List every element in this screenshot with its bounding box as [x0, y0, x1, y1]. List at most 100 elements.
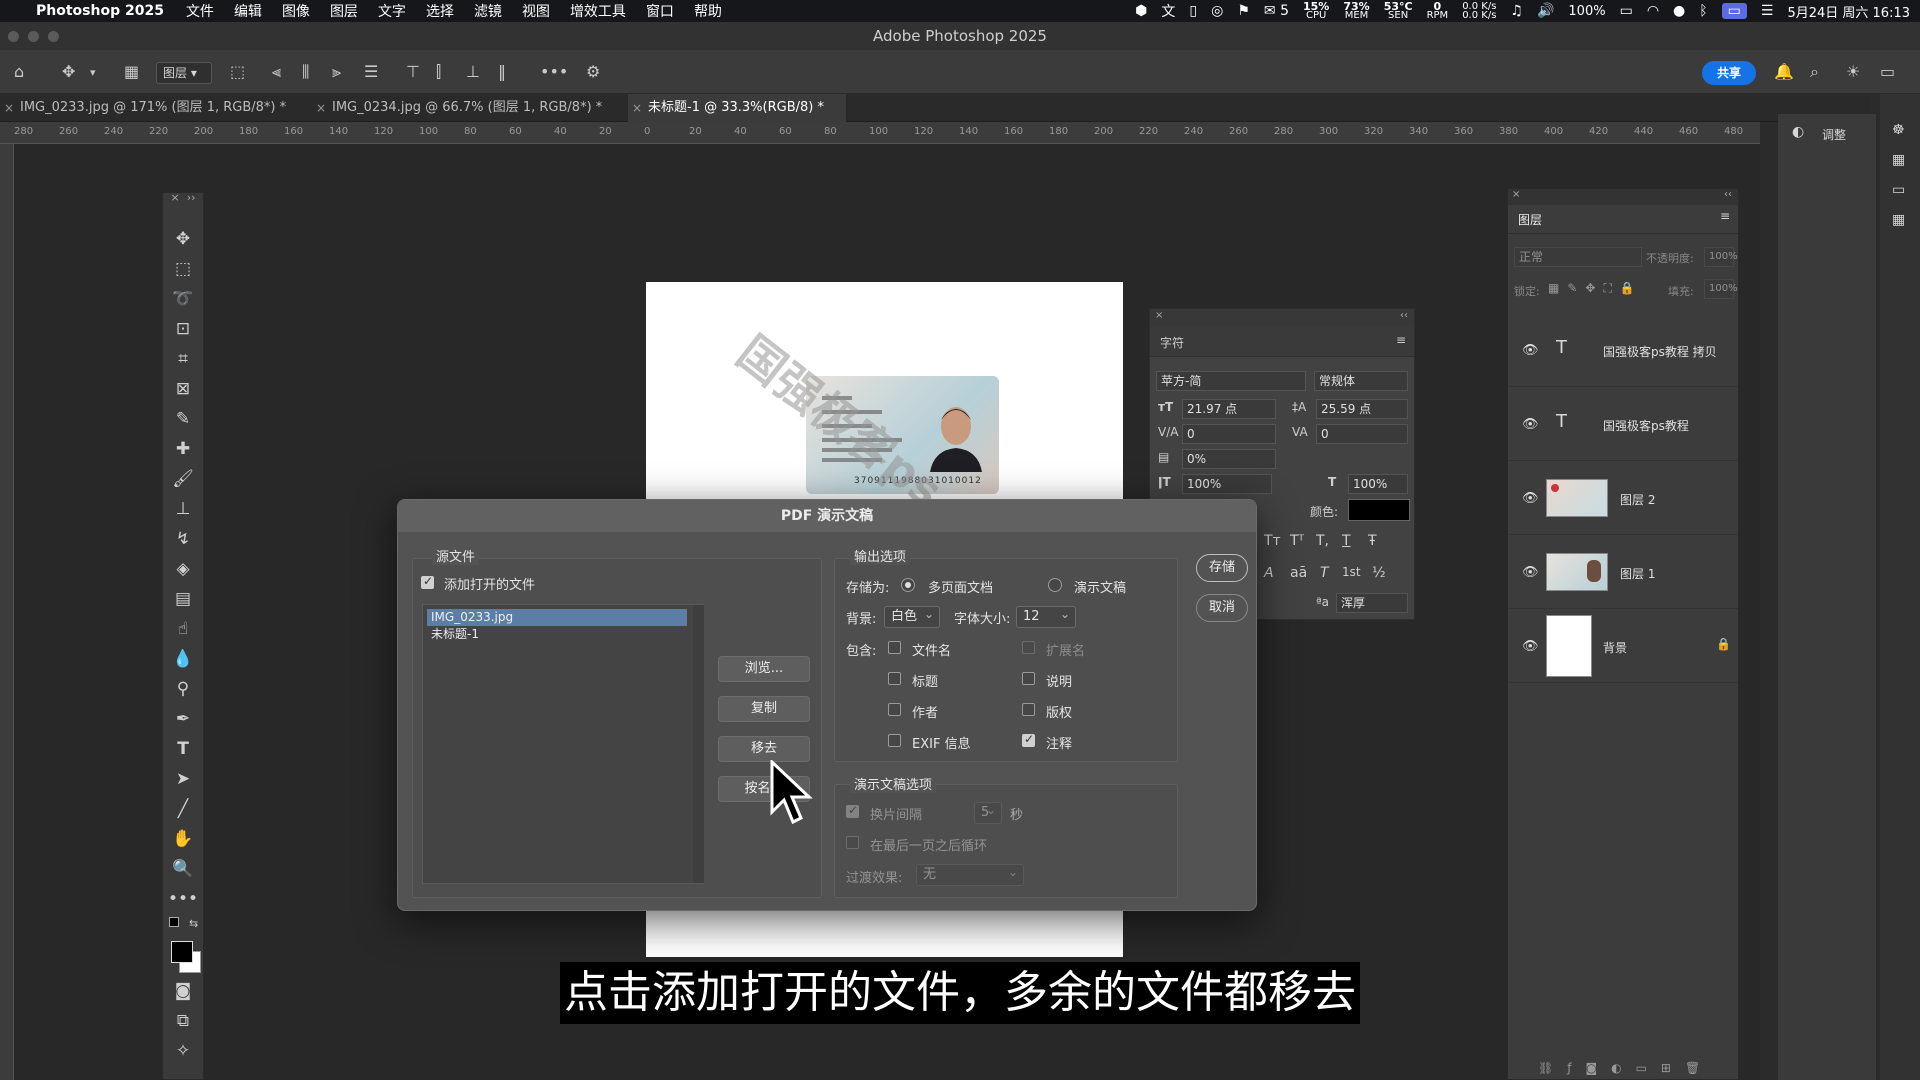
more-tools-icon[interactable]: •••: [163, 889, 203, 909]
auto-select-dropdown[interactable]: 图层 ▾: [156, 62, 212, 84]
gear-icon[interactable]: ⚙: [586, 62, 600, 81]
title-label[interactable]: 标题: [912, 671, 938, 690]
align-bottom-icon[interactable]: ⊥: [466, 62, 480, 81]
cpu-stat[interactable]: 15% CPU: [1303, 1, 1329, 21]
stamp-tool-icon[interactable]: ⊥: [163, 499, 203, 519]
add-open-files-checkbox[interactable]: [421, 574, 434, 589]
font-style-select[interactable]: 常规体: [1314, 371, 1408, 391]
presentation-radio[interactable]: [1048, 578, 1062, 592]
align-right-icon[interactable]: ⫸: [332, 62, 341, 82]
eraser-tool-icon[interactable]: ◈: [163, 559, 203, 579]
mem-stat[interactable]: 73% MEM: [1343, 1, 1369, 21]
leading-field[interactable]: 25.59 点: [1316, 399, 1408, 419]
search-icon[interactable]: ⌕: [1810, 62, 1819, 82]
title-checkbox[interactable]: [888, 672, 901, 685]
menu-view[interactable]: 视图: [522, 1, 550, 21]
underline-icon[interactable]: T: [1342, 533, 1351, 549]
move-tool-icon[interactable]: ✥: [62, 62, 75, 81]
panel-menu-icon[interactable]: ≡: [1720, 209, 1730, 223]
menu-plugins[interactable]: 增效工具: [570, 1, 626, 21]
cube-icon[interactable]: ⬢: [1135, 3, 1147, 19]
copyright-label[interactable]: 版权: [1046, 702, 1072, 721]
fi-ligature-icon[interactable]: 𝘈: [1264, 565, 1274, 581]
brush-tool-icon[interactable]: 🖌: [163, 469, 203, 489]
swap-colors-icon[interactable]: ⇆: [189, 917, 198, 930]
workspace-icon[interactable]: ▭: [1880, 62, 1895, 81]
dodge-tool-icon[interactable]: ⚲: [163, 679, 203, 699]
font-size-field[interactable]: 21.97 点: [1182, 399, 1276, 419]
home-icon[interactable]: ⌂: [14, 62, 24, 81]
app-menu[interactable]: Photoshop 2025: [36, 3, 164, 19]
distribute-icon[interactable]: ☰: [364, 62, 378, 81]
horizontal-ruler[interactable]: 280 260 240 220 200 180 160 140 120 100 80 60 40 20 0 2…: [0, 122, 1760, 144]
menu-window[interactable]: 窗口: [646, 1, 674, 21]
layers-panel-title[interactable]: 图层: [1518, 211, 1542, 228]
tab-img-0234[interactable]: × IMG_0234.jpg @ 66.7% (图层 1, RGB/8*) *: [312, 94, 624, 122]
frame-tool-icon[interactable]: ⊠: [163, 379, 203, 399]
extension-checkbox[interactable]: [1022, 641, 1035, 654]
align-left-icon[interactable]: ⫷: [272, 62, 281, 82]
text-color-swatch[interactable]: [1348, 499, 1410, 521]
tab-img-0233[interactable]: × IMG_0233.jpg @ 171% (图层 1, RGB/8*) *: [0, 94, 312, 122]
advance-checkbox[interactable]: [846, 803, 859, 818]
exif-label[interactable]: EXIF 信息: [912, 733, 971, 752]
fractions-icon[interactable]: ½: [1372, 565, 1386, 581]
pen-tool-icon[interactable]: ✒: [163, 709, 203, 729]
chevron-down-icon[interactable]: ▾: [90, 66, 96, 79]
bookmark-icon[interactable]: ⚑: [1237, 3, 1250, 19]
discretionary-ligature-icon[interactable]: aā: [1290, 565, 1307, 581]
music-icon[interactable]: ♫: [1510, 3, 1523, 19]
adjust-icon[interactable]: ◐: [1792, 124, 1804, 140]
fill-field[interactable]: 100%: [1704, 279, 1738, 299]
anti-alias-select[interactable]: 浑厚: [1336, 593, 1408, 613]
crop-tool-icon[interactable]: ⌗: [163, 349, 203, 369]
tracking-field[interactable]: 0: [1316, 424, 1408, 444]
menu-help[interactable]: 帮助: [694, 1, 722, 21]
collapse-tools-icon[interactable]: × ››: [163, 191, 203, 204]
ordinals-icon[interactable]: 1st: [1342, 565, 1361, 579]
align-hcenter-icon[interactable]: ⫼: [302, 62, 309, 82]
horizontal-scale-field[interactable]: 100%: [1348, 474, 1408, 494]
duplicate-button[interactable]: 复制: [718, 696, 810, 722]
volume-icon[interactable]: 🔊: [1537, 3, 1554, 19]
font-size-select[interactable]: 12: [1016, 604, 1076, 628]
screen-mirror-icon[interactable]: ▭: [1721, 3, 1747, 19]
layers-footer-icons[interactable]: ⛓ƒ◙◐▭⊞🗑: [1508, 1057, 1738, 1079]
filename-checkbox[interactable]: [888, 641, 901, 654]
author-checkbox[interactable]: [888, 703, 901, 716]
lock-options-icon[interactable]: ▦✎✥⛶🔒: [1548, 281, 1643, 296]
menu-file[interactable]: 文件: [186, 1, 214, 21]
discover-icon[interactable]: ☀: [1846, 62, 1860, 81]
screen-mode-icon[interactable]: ⧉: [163, 1011, 203, 1031]
zoom-tool-icon[interactable]: 🔍: [163, 859, 203, 879]
battery-icon[interactable]: ▭: [1620, 3, 1633, 19]
multipage-radio[interactable]: [901, 578, 915, 592]
eye-icon[interactable]: 👁: [1522, 639, 1539, 654]
character-panel-title[interactable]: 字符: [1160, 334, 1184, 351]
input-method-icon[interactable]: 文: [1161, 1, 1175, 21]
minimize-window-button[interactable]: [28, 31, 39, 42]
quick-mask-icon[interactable]: ◙: [163, 981, 203, 1001]
align-top-icon[interactable]: ⊤: [406, 62, 420, 81]
browse-button[interactable]: 浏览...: [718, 656, 810, 682]
default-colors-icon[interactable]: [169, 917, 179, 927]
eye-icon[interactable]: 👁: [1522, 343, 1539, 358]
save-button[interactable]: 存储: [1196, 554, 1248, 582]
zoom-window-button[interactable]: [48, 31, 59, 42]
strikethrough-icon[interactable]: Ŧ: [1368, 533, 1377, 549]
proportional-spacing-field[interactable]: 0%: [1182, 449, 1276, 469]
blur-tool-icon[interactable]: 💧: [163, 649, 203, 669]
align-vcenter-icon[interactable]: ⫿: [436, 62, 441, 82]
eye-icon[interactable]: 👁: [1522, 417, 1539, 432]
smudge-tool-icon[interactable]: ☝: [163, 619, 203, 639]
menu-layer[interactable]: 图层: [330, 1, 358, 21]
wechat-icon[interactable]: ✉ 5: [1264, 3, 1289, 19]
presentation-label[interactable]: 演示文稿: [1074, 577, 1126, 596]
close-window-button[interactable]: [8, 31, 19, 42]
background-select[interactable]: 白色: [884, 604, 940, 628]
distribute-vertical-icon[interactable]: ‖: [498, 62, 506, 81]
vertical-ruler[interactable]: [0, 144, 14, 1080]
share-button[interactable]: 共享: [1702, 61, 1756, 85]
layer-row[interactable]: 👁 T 国强极客ps教程: [1508, 387, 1738, 461]
type-tool-icon[interactable]: T: [163, 739, 203, 759]
